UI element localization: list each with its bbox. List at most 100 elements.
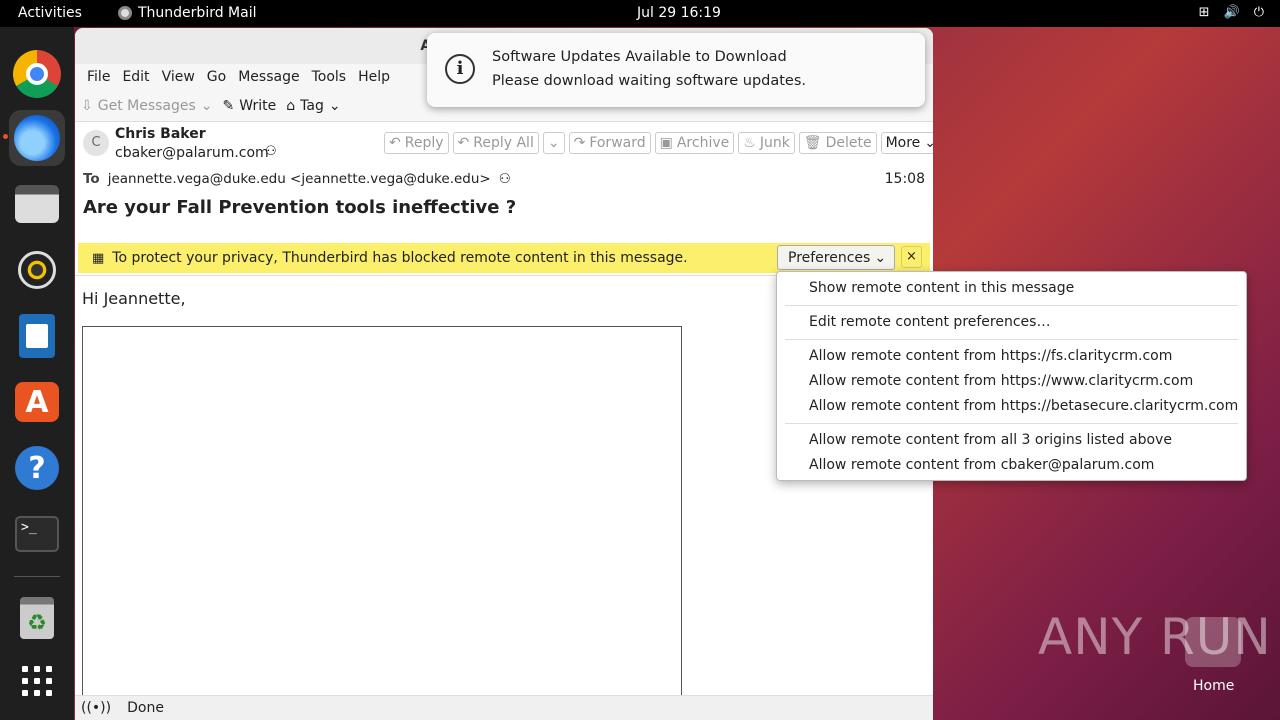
chrome-launcher[interactable] (9, 46, 65, 102)
home-folder-icon[interactable] (1185, 617, 1241, 667)
menu-separator (785, 339, 1238, 340)
files-icon (15, 185, 59, 223)
chevron-down-icon[interactable]: ⌄ (201, 98, 213, 114)
message-actions: ↶ Reply ↶ Reply All ⌄ ↷ Forward ▣ Archive ♨ J… (384, 132, 933, 154)
forward-button[interactable]: ↷ Forward (568, 132, 651, 154)
tag-label: Tag (300, 97, 324, 114)
app-center-icon: A (15, 382, 59, 422)
notice-text: To protect your privacy, Thunderbird has… (112, 250, 688, 266)
reply-label: Reply (404, 135, 444, 151)
reply-all-dropdown[interactable]: ⌄ (542, 132, 565, 154)
files-launcher[interactable] (9, 176, 65, 232)
pencil-icon: ✎ (222, 97, 235, 114)
thunderbird-icon (14, 115, 60, 161)
reply-all-label: Reply All (473, 135, 534, 151)
rhythmbox-icon (18, 251, 56, 289)
menu-item-allow-all[interactable]: Allow remote content from all 3 origins … (809, 432, 1172, 448)
address-book-icon[interactable]: ⚇ (265, 144, 277, 159)
preferences-button[interactable]: Preferences ⌄ (777, 245, 896, 270)
menu-tools[interactable]: Tools (306, 64, 353, 90)
writer-launcher[interactable] (9, 308, 65, 364)
menu-view[interactable]: View (156, 64, 201, 90)
home-folder-label[interactable]: Home (1193, 678, 1234, 694)
reply-icon: ↶ (389, 135, 401, 151)
remote-content-menu: Show remote content in this message Edit… (776, 271, 1247, 481)
chevron-down-icon: ⌄ (328, 97, 341, 114)
menu-separator (785, 305, 1238, 306)
help-launcher[interactable]: ? (9, 440, 65, 496)
clock[interactable]: Jul 29 16:19 (637, 5, 721, 21)
menu-edit[interactable]: Edit (116, 64, 155, 90)
avatar: C (83, 130, 109, 156)
dock-separator (14, 576, 60, 577)
thunderbird-launcher[interactable] (9, 110, 65, 166)
menu-item-allow-sender[interactable]: Allow remote content from cbaker@palarum… (809, 457, 1154, 473)
to-address[interactable]: jeannette.vega@duke.edu <jeannette.vega@… (108, 171, 491, 187)
get-messages-label: Get Messages (97, 97, 196, 114)
more-label: More (885, 135, 921, 151)
reply-all-icon: ↶ (457, 135, 470, 151)
sender-name[interactable]: Chris Baker (115, 126, 206, 142)
menu-message[interactable]: Message (232, 64, 305, 90)
blocked-image-frame (82, 326, 682, 706)
forward-label: Forward (589, 135, 646, 151)
sender-email[interactable]: cbaker@palarum.com (115, 145, 269, 161)
update-notification[interactable]: i Software Updates Available to Download… (427, 33, 925, 107)
menu-file[interactable]: File (81, 64, 116, 90)
message-subject: Are your Fall Prevention tools ineffecti… (83, 197, 517, 218)
menu-item-show-remote[interactable]: Show remote content in this message (809, 280, 1074, 296)
menu-go[interactable]: Go (201, 64, 232, 90)
status-bar: ((•)) Done (75, 695, 933, 720)
reply-button[interactable]: ↶ Reply (384, 132, 449, 154)
terminal-launcher[interactable]: >_ (9, 506, 65, 562)
menu-item-allow-www[interactable]: Allow remote content from https://www.cl… (809, 373, 1193, 389)
trash-launcher[interactable]: ♻ (9, 590, 65, 646)
to-label: To (83, 171, 100, 187)
chevron-down-icon: ⌄ (874, 249, 887, 266)
running-indicator (3, 134, 8, 139)
menu-help[interactable]: Help (352, 64, 396, 90)
message-header: C Chris Baker cbaker@palarum.com ⚇ ↶ Repl… (75, 122, 933, 238)
network-icon[interactable]: ⊞ (1199, 5, 1210, 20)
more-button[interactable]: More ⌄ (880, 132, 933, 154)
rhythmbox-launcher[interactable] (9, 242, 65, 298)
delete-button[interactable]: 🗑 Delete (798, 132, 877, 154)
remote-content-notice: ▦ To protect your privacy, Thunderbird h… (78, 243, 930, 273)
download-icon: ⇩ (81, 97, 93, 114)
trash-icon: 🗑 (803, 135, 822, 151)
writer-icon (19, 314, 55, 358)
activities-button[interactable]: Activities (18, 5, 82, 21)
chevron-down-icon: ⌄ (924, 135, 933, 151)
junk-icon: ♨ (743, 135, 756, 151)
app-menu[interactable]: Thunderbird Mail (118, 5, 257, 21)
reply-all-button[interactable]: ↶ Reply All (452, 132, 539, 154)
dock: A ? >_ ♻ (0, 27, 74, 720)
close-icon[interactable]: × (901, 246, 922, 268)
menu-separator (785, 423, 1238, 424)
chrome-icon (13, 50, 61, 98)
forward-icon: ↷ (573, 135, 586, 151)
app-name: Thunderbird Mail (138, 5, 257, 21)
get-messages-button[interactable]: ⇩ Get Messages ⌄ (81, 98, 213, 114)
thunderbird-small-icon (118, 6, 132, 20)
menu-item-edit-prefs[interactable]: Edit remote content preferences… (809, 314, 1050, 330)
junk-label: Junk (759, 135, 790, 151)
top-bar: Activities Thunderbird Mail Jul 29 16:19… (0, 0, 1280, 27)
archive-label: Archive (676, 135, 730, 151)
archive-button[interactable]: ▣ Archive (654, 132, 735, 154)
menu-item-allow-fs[interactable]: Allow remote content from https://fs.cla… (809, 348, 1172, 364)
online-status-icon[interactable]: ((•)) (81, 700, 111, 716)
tag-button[interactable]: ⌂ Tag ⌄ (286, 98, 340, 114)
help-icon: ? (15, 446, 59, 490)
show-apps-button[interactable] (9, 653, 65, 709)
app-center-launcher[interactable]: A (9, 374, 65, 430)
tag-icon: ⌂ (286, 97, 296, 114)
power-icon[interactable]: ⏻ (1254, 5, 1264, 20)
address-book-icon[interactable]: ⚇ (499, 171, 511, 187)
notification-message: Please download waiting software updates… (492, 73, 807, 89)
write-button[interactable]: ✎ Write (223, 98, 277, 114)
menu-item-allow-betasecure[interactable]: Allow remote content from https://betase… (809, 398, 1238, 414)
junk-button[interactable]: ♨ Junk (738, 132, 795, 154)
system-tray[interactable]: ⊞ 🔊 ⏻ (1199, 5, 1264, 20)
volume-icon[interactable]: 🔊 (1224, 5, 1240, 20)
